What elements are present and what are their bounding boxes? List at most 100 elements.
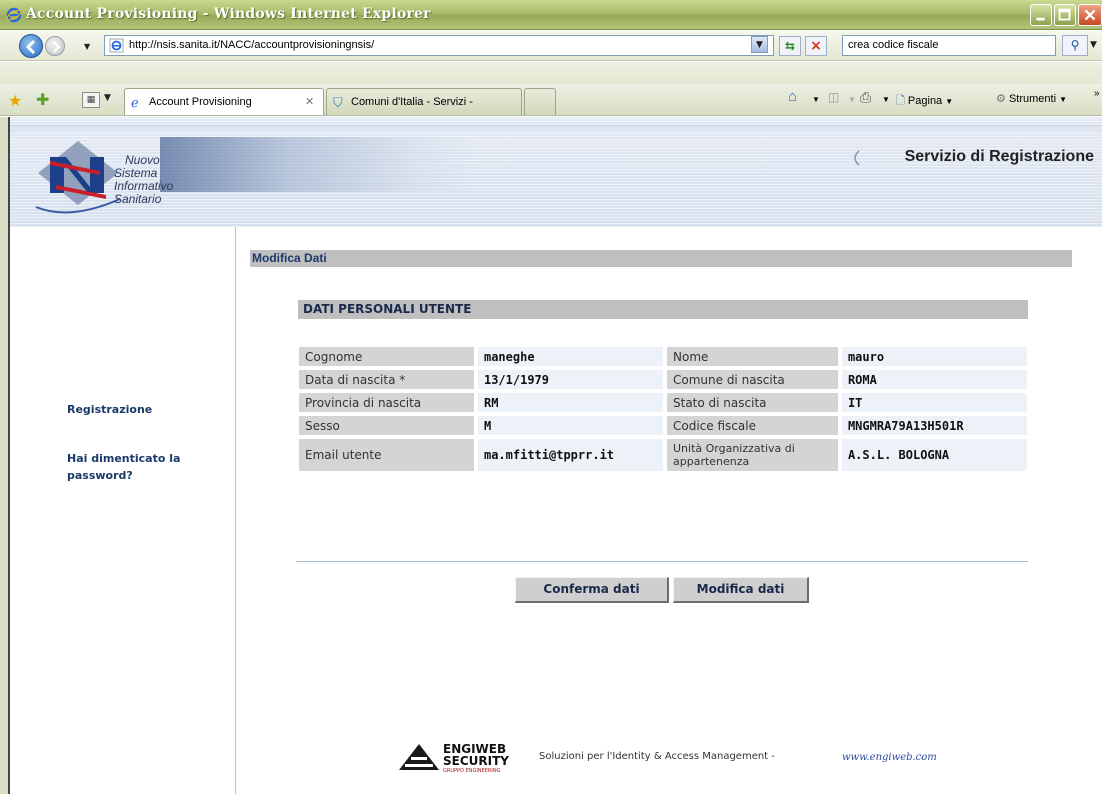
tab-label: Comuni d'Italia - Servizi - [351, 96, 473, 108]
back-button[interactable] [19, 34, 43, 58]
refresh-button[interactable]: ⇆ [779, 36, 801, 56]
refresh-icon: ⇆ [784, 39, 796, 53]
table-row: Provincia di nascita RM Stato di nascita… [298, 392, 1028, 413]
field-label: Unità Organizzativa di appartenenza [666, 438, 839, 472]
field-value: M [476, 415, 664, 436]
header-arc-icon [854, 150, 860, 166]
personal-data-table: Cognome maneghe Nome mauro Data di nasci… [296, 344, 1030, 474]
page-content: Nuovo Sistema Informativo Sanitario Serv… [8, 117, 1102, 794]
brand-line-3: GRUPPO ENGINEERING [443, 768, 501, 774]
search-options-dropdown-icon[interactable]: ▼ [1090, 40, 1097, 50]
modify-data-button[interactable]: Modifica dati [673, 577, 809, 603]
feeds-icon[interactable]: ◫ [828, 90, 839, 104]
search-text: crea codice fiscale [848, 39, 939, 51]
field-label: Provincia di nascita [298, 392, 475, 413]
confirm-data-button[interactable]: Conferma dati [515, 577, 669, 603]
forward-button[interactable] [45, 36, 65, 56]
feeds-dropdown-icon[interactable]: ▼ [848, 95, 856, 104]
forward-arrow-icon [53, 41, 61, 53]
footer-tagline: Soluzioni per l'Identity & Access Manage… [539, 751, 775, 762]
history-dropdown-icon[interactable]: ▼ [84, 42, 90, 51]
tab-toolbar: ★ ✚ ▦ ▼ ℯ Account Provisioning ✕ ⛉ Comun… [0, 84, 1102, 116]
section-title: Modifica Dati [252, 251, 327, 265]
gear-icon: ⚙ [996, 93, 1006, 105]
maximize-button[interactable] [1054, 4, 1076, 26]
header-photo-banner [160, 137, 480, 192]
search-input[interactable]: crea codice fiscale [842, 35, 1056, 56]
field-label: Nome [666, 346, 839, 367]
nav-link-password-recovery[interactable]: Hai dimenticato la password? [67, 450, 217, 484]
close-window-button[interactable] [1078, 4, 1102, 26]
url-dropdown-button[interactable]: ▼ [751, 36, 768, 53]
subsection-title: DATI PERSONALI UTENTE [303, 302, 472, 316]
home-dropdown-icon[interactable]: ▼ [812, 95, 820, 104]
header-strip [10, 125, 1102, 131]
logo-text-line: Sistema [114, 166, 158, 180]
window-titlebar: Account Provisioning - Windows Internet … [0, 0, 1102, 30]
page-menu[interactable]: 🗋 Pagina ▼ [896, 92, 953, 111]
toolbar-spacer [0, 62, 1102, 84]
toolbar-overflow-button[interactable]: » [1094, 88, 1100, 99]
field-value: IT [840, 392, 1028, 413]
tools-menu[interactable]: ⚙ Strumenti ▼ [996, 92, 1067, 105]
home-icon[interactable]: ⌂ [788, 88, 797, 105]
quick-tabs-button[interactable]: ▦ [82, 92, 100, 108]
favorites-star-icon[interactable]: ★ [8, 91, 22, 110]
logo-text-line: Sanitario [114, 192, 162, 206]
add-favorite-icon[interactable]: ✚ [36, 90, 49, 109]
ie-logo-icon [6, 7, 22, 23]
minimize-button[interactable] [1030, 4, 1052, 26]
window-title: Account Provisioning - Windows Internet … [26, 6, 431, 22]
field-value: ROMA [840, 369, 1028, 390]
maximize-icon [1058, 8, 1071, 21]
chevron-down-icon: ▼ [1059, 95, 1067, 104]
tab-label: Account Provisioning [149, 96, 252, 108]
table-row: Data di nascita * 13/1/1979 Comune di na… [298, 369, 1028, 390]
tab-close-icon[interactable]: ✕ [305, 95, 314, 108]
new-tab-button[interactable] [524, 88, 556, 115]
field-value: MNGMRA79A13H501R [840, 415, 1028, 436]
field-value: maneghe [476, 346, 664, 367]
field-label: Codice fiscale [666, 415, 839, 436]
table-row: Cognome maneghe Nome mauro [298, 346, 1028, 367]
chevron-down-icon: ▼ [945, 97, 954, 106]
field-label: Comune di nascita [666, 369, 839, 390]
stop-button[interactable]: × [805, 36, 827, 56]
window-frame-left [0, 117, 8, 794]
close-icon [1084, 9, 1096, 21]
field-value: A.S.L. BOLOGNA [840, 438, 1028, 472]
field-label: Data di nascita * [298, 369, 475, 390]
quick-tabs-grid-icon: ▦ [86, 95, 96, 105]
service-title: Servizio di Registrazione [904, 148, 1094, 165]
search-button[interactable]: ⚲ [1062, 35, 1088, 56]
brand-line-2: SECURITY [443, 754, 509, 768]
logo-text-line: Informativo [114, 179, 174, 193]
left-navigation: Registrazione Hai dimenticato la passwor… [10, 227, 236, 794]
tab-comuni-italia[interactable]: ⛉ Comuni d'Italia - Servizi - [326, 88, 522, 115]
field-label: Cognome [298, 346, 475, 367]
engiweb-security-logo: ENGIWEB SECURITY GRUPPO ENGINEERING [399, 742, 509, 774]
shield-tab-icon: ⛉ [333, 95, 343, 110]
stop-icon: × [810, 38, 822, 54]
field-value: mauro [840, 346, 1028, 367]
tab-account-provisioning[interactable]: ℯ Account Provisioning ✕ [124, 88, 324, 115]
footer-link[interactable]: www.engiweb.com [842, 752, 937, 763]
table-row: Sesso M Codice fiscale MNGMRA79A13H501R [298, 415, 1028, 436]
ie-tab-icon: ℯ [131, 95, 139, 110]
site-header: Nuovo Sistema Informativo Sanitario Serv… [10, 117, 1102, 227]
url-text: http://nsis.sanita.it/NACC/accountprovis… [129, 39, 375, 51]
nsis-logo-icon [35, 141, 121, 214]
field-label: Sesso [298, 415, 475, 436]
nav-link-registrazione[interactable]: Registrazione [67, 401, 217, 418]
form-divider [296, 561, 1028, 562]
section-header: Modifica Dati [250, 250, 1072, 267]
back-arrow-icon [25, 39, 36, 55]
url-field[interactable]: http://nsis.sanita.it/NACC/accountprovis… [104, 35, 774, 56]
tab-list-dropdown-icon[interactable]: ▼ [104, 93, 111, 103]
print-dropdown-icon[interactable]: ▼ [882, 95, 890, 104]
field-value: RM [476, 392, 664, 413]
tools-menu-label: Strumenti [1008, 93, 1057, 105]
logo-text-line: Nuovo [125, 153, 160, 167]
print-icon[interactable]: ⎙ [860, 89, 871, 106]
field-value: 13/1/1979 [476, 369, 664, 390]
